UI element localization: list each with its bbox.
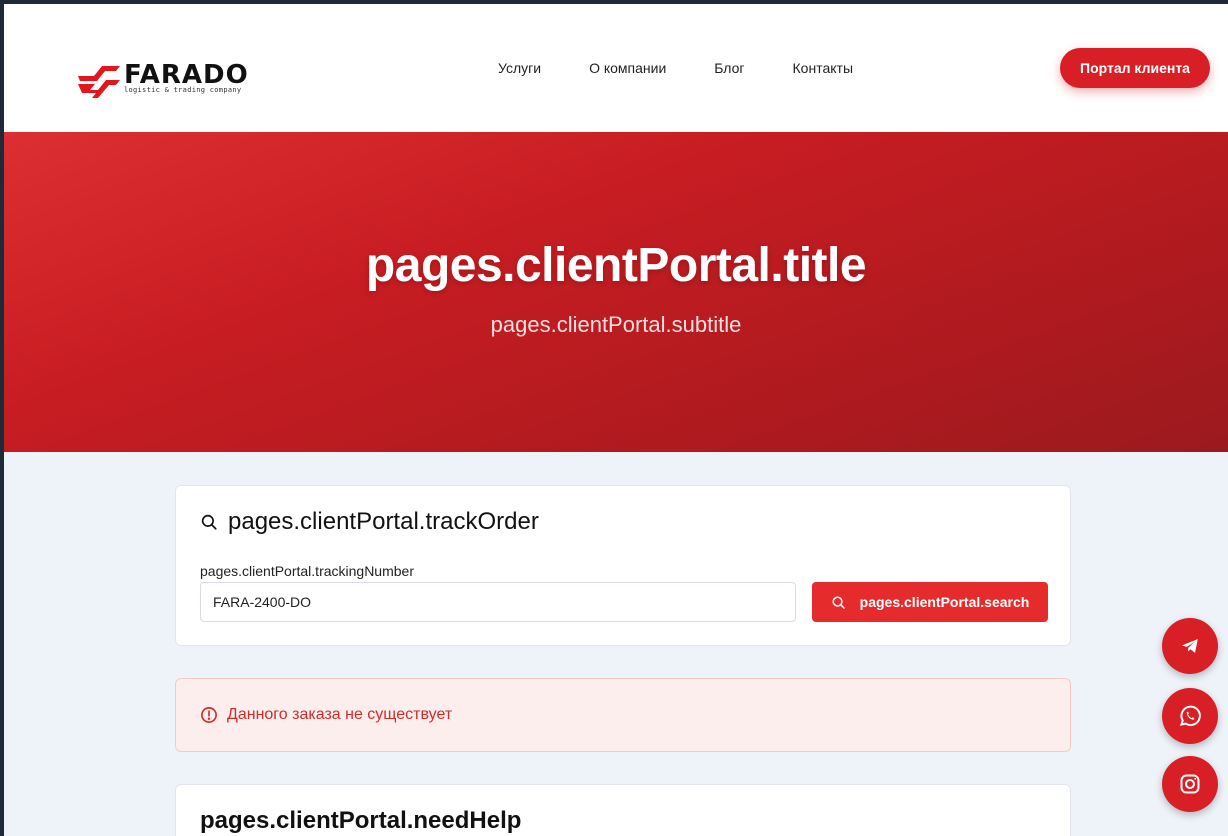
nav-item-about[interactable]: О компании [589,60,666,76]
whatsapp-icon [1179,705,1201,727]
search-icon [201,514,217,530]
page-subtitle: pages.clientPortal.subtitle [490,312,742,337]
nav-item-blog[interactable]: Блог [714,60,744,76]
track-order-card: pages.clientPortal.trackOrder pages.clie… [175,485,1071,646]
tracking-number-input[interactable] [200,582,796,622]
need-help-title: pages.clientPortal.needHelp [200,807,522,834]
search-icon [832,595,845,609]
search-button-label: pages.clientPortal.search [859,594,1030,610]
track-order-title: pages.clientPortal.trackOrder [228,508,539,535]
need-help-card: pages.clientPortal.needHelp [175,784,1071,836]
nav-item-services[interactable]: Услуги [498,60,541,76]
site-header: FARADO logistic & trading company Услуги… [4,4,1228,132]
whatsapp-button[interactable] [1162,688,1218,744]
main-nav: Услуги О компании Блог Контакты [498,60,901,76]
instagram-button[interactable] [1162,756,1218,812]
page-title: pages.clientPortal.title [365,239,867,292]
error-alert: Данного заказа не существует [175,678,1071,752]
search-button[interactable]: pages.clientPortal.search [812,582,1048,622]
page: FARADO logistic & trading company Услуги… [4,4,1228,836]
logo-tagline: logistic & trading company [124,86,242,94]
client-portal-button[interactable]: Портал клиента [1060,48,1210,88]
telegram-icon [1181,639,1198,653]
track-order-heading: pages.clientPortal.trackOrder [200,508,539,536]
instagram-icon [1180,774,1200,794]
error-message: Данного заказа не существует [227,706,453,723]
logo[interactable]: FARADO logistic & trading company [76,60,276,102]
telegram-button[interactable] [1162,618,1218,674]
tracking-number-label: pages.clientPortal.trackingNumber [200,563,414,579]
farado-logo-mark-icon [78,66,120,98]
nav-item-contacts[interactable]: Контакты [793,60,853,76]
hero-banner: pages.clientPortal.title pages.clientPor… [4,132,1228,452]
alert-circle-icon [201,707,217,723]
